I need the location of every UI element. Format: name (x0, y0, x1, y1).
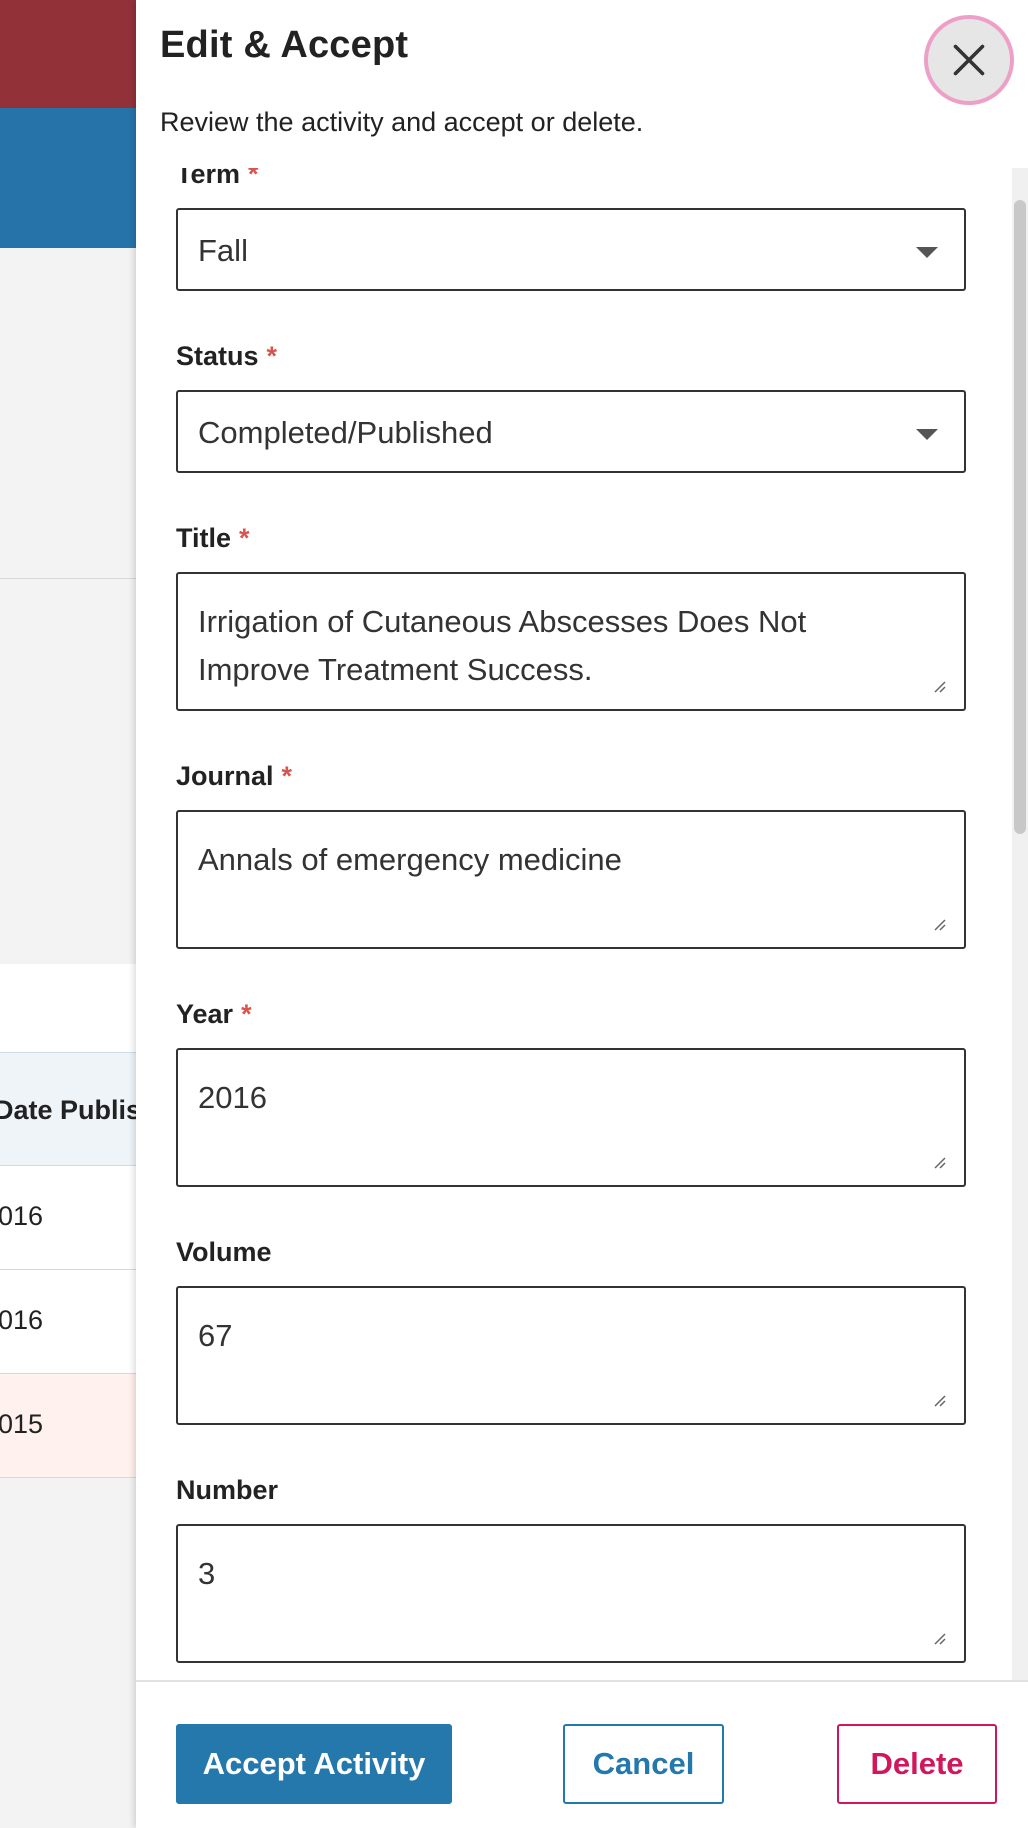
number-value: 3 (198, 1556, 216, 1591)
number-textarea[interactable]: 3 (176, 1524, 966, 1663)
volume-value: 67 (198, 1318, 233, 1353)
drawer-subtitle: Review the activity and accept or delete… (160, 107, 644, 137)
accept-activity-button[interactable]: Accept Activity (176, 1724, 452, 1804)
table-row[interactable]: 016 (0, 1166, 140, 1270)
close-button[interactable] (924, 15, 1014, 105)
form-scroll-area[interactable]: Term * Fall Status * Completed/Published T… (136, 168, 1028, 1680)
journal-label: Journal * (176, 761, 293, 791)
table-row[interactable]: 016 (0, 1270, 140, 1374)
year-label: Year * (176, 999, 252, 1029)
background-table-header: Date Publish (0, 1052, 158, 1166)
table-cell: 016 (0, 1305, 44, 1335)
title-textarea[interactable]: Irrigation of Cutaneous Abscesses Does N… (176, 572, 966, 711)
title-value: Irrigation of Cutaneous Abscesses Does N… (198, 604, 807, 687)
edit-accept-drawer: Edit & Accept Review the activity and ac… (136, 0, 1028, 1828)
status-select[interactable]: Completed/Published (176, 390, 966, 473)
delete-button[interactable]: Delete (837, 1724, 997, 1804)
background-panel (0, 964, 140, 1052)
table-cell: 016 (0, 1201, 44, 1231)
volume-label: Volume (176, 1237, 272, 1267)
chevron-down-icon (916, 247, 938, 258)
year-value: 2016 (198, 1080, 267, 1115)
resize-handle-icon[interactable] (932, 1155, 946, 1169)
journal-textarea[interactable]: Annals of emergency medicine (176, 810, 966, 949)
background-divider (0, 578, 140, 579)
drawer-title: Edit & Accept (160, 24, 409, 66)
table-row[interactable]: 015 (0, 1374, 140, 1478)
close-icon (953, 44, 985, 76)
journal-value: Annals of emergency medicine (198, 842, 622, 877)
resize-handle-icon[interactable] (932, 917, 946, 931)
chevron-down-icon (916, 429, 938, 440)
resize-handle-icon[interactable] (932, 1631, 946, 1645)
number-label: Number (176, 1475, 279, 1505)
year-textarea[interactable]: 2016 (176, 1048, 966, 1187)
drawer-footer: Accept Activity Cancel Delete (136, 1680, 1028, 1828)
cancel-button[interactable]: Cancel (563, 1724, 724, 1804)
status-label: Status * (176, 341, 278, 371)
title-label: Title * (176, 523, 250, 553)
resize-handle-icon[interactable] (932, 1393, 946, 1407)
term-select[interactable]: Fall (176, 208, 966, 291)
status-value: Completed/Published (198, 415, 493, 450)
column-header-date-published: Date Publish (0, 1095, 158, 1125)
background-content (0, 248, 140, 964)
background-header-bar (0, 0, 140, 108)
term-value: Fall (198, 233, 248, 268)
volume-textarea[interactable]: 67 (176, 1286, 966, 1425)
table-cell: 015 (0, 1409, 44, 1439)
scrollbar-track[interactable] (1012, 168, 1028, 1680)
scrollbar-thumb[interactable] (1014, 200, 1026, 834)
term-label: Term * (176, 168, 259, 189)
resize-handle-icon[interactable] (932, 679, 946, 693)
background-banner (0, 108, 140, 248)
